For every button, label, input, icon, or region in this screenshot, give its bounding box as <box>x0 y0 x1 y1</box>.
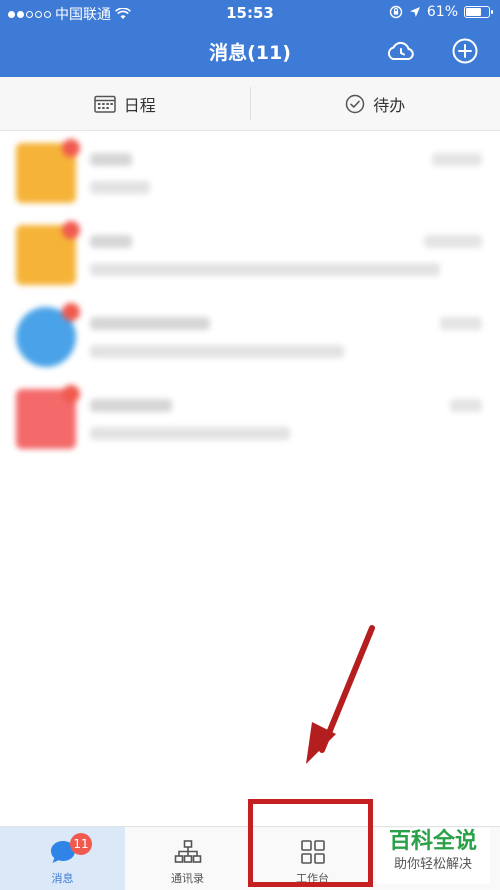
segment-todo[interactable]: 待办 <box>251 77 500 130</box>
tab-contacts-label: 通讯录 <box>171 870 204 886</box>
item-preview-placeholder <box>90 427 290 440</box>
status-right: 61% <box>389 4 490 20</box>
item-title-placeholder <box>90 399 172 412</box>
list-item[interactable] <box>0 295 500 377</box>
unread-badge <box>62 303 80 321</box>
item-title-placeholder <box>90 235 132 248</box>
org-chart-icon <box>172 836 204 868</box>
item-preview-placeholder <box>90 181 150 194</box>
battery-percent: 61% <box>427 4 458 20</box>
unread-badge <box>62 221 80 239</box>
watermark-title: 百科全说 <box>376 828 490 856</box>
status-bar: 中国联通 15:53 61% <box>0 0 500 26</box>
check-circle-icon <box>345 94 365 114</box>
unread-badge <box>62 385 80 403</box>
unread-badge <box>62 139 80 157</box>
item-time-placeholder <box>440 317 482 330</box>
top-header: 中国联通 15:53 61% 消息(11) <box>0 0 500 77</box>
tab-badge: 11 <box>70 833 92 855</box>
location-arrow-icon <box>409 6 421 18</box>
list-item[interactable] <box>0 213 500 295</box>
watermark-subtitle: 助你轻松解决 <box>376 856 490 874</box>
item-time-placeholder <box>450 399 482 412</box>
segment-bar: 日程 待办 <box>0 77 500 131</box>
page-title: 消息(11) <box>0 38 500 65</box>
orientation-lock-icon <box>389 5 403 19</box>
item-title-placeholder <box>90 317 210 330</box>
tab-contacts[interactable]: 通讯录 <box>125 827 250 890</box>
tab-messages-label: 消息 <box>52 870 74 886</box>
message-list <box>0 131 500 459</box>
list-item[interactable] <box>0 131 500 213</box>
segment-schedule[interactable]: 日程 <box>0 77 250 130</box>
item-preview-placeholder <box>90 345 344 358</box>
segment-todo-label: 待办 <box>373 92 405 116</box>
battery-icon <box>464 6 490 18</box>
clock-cloud-icon[interactable] <box>386 37 414 65</box>
watermark: 百科全说 助你轻松解决 <box>376 828 490 884</box>
item-time-placeholder <box>424 235 482 248</box>
item-title-placeholder <box>90 153 132 166</box>
tab-messages[interactable]: 11 消息 <box>0 827 125 890</box>
calendar-icon <box>94 95 116 113</box>
plus-circle-icon[interactable] <box>451 37 479 65</box>
battery-fill <box>466 8 481 16</box>
segment-schedule-label: 日程 <box>124 92 156 116</box>
item-time-placeholder <box>432 153 482 166</box>
list-item[interactable] <box>0 377 500 459</box>
item-preview-placeholder <box>90 263 440 276</box>
highlight-box <box>248 799 373 887</box>
